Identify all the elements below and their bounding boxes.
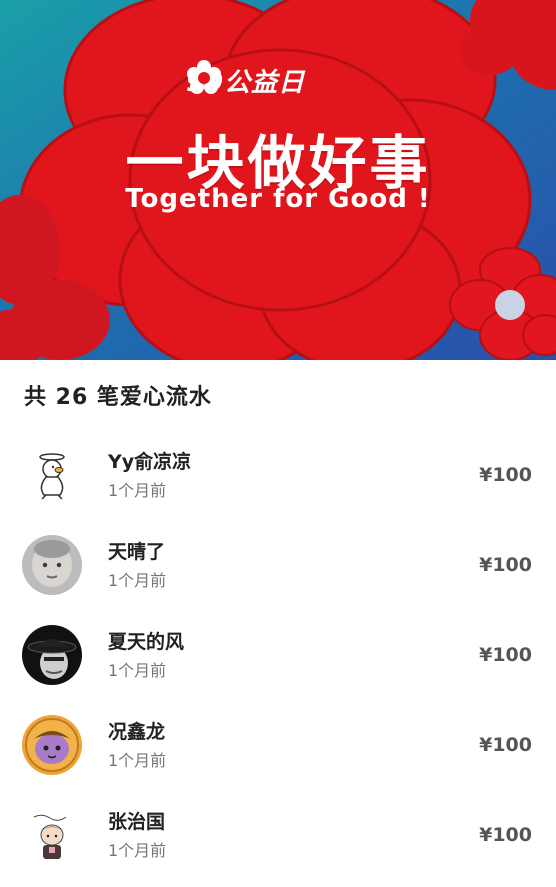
donation-time: 1个月前 (108, 841, 167, 860)
donations-title: 共 26 笔爱心流水 (24, 385, 212, 410)
campaign-banner: 99公益日 一块做好事 Together for Good ! (0, 0, 556, 360)
donation-amount: ¥100 (479, 554, 532, 576)
avatar[interactable] (22, 625, 82, 685)
baby-photo-avatar (22, 535, 82, 595)
donor-name: Yy俞凉凉⁣ (108, 451, 192, 473)
donation-row[interactable]: 张治国 1个月前 ¥100 (0, 790, 556, 880)
avatar[interactable] (22, 445, 82, 505)
banner-slogan: Together for Good ! (125, 184, 431, 214)
avatar[interactable] (22, 715, 82, 775)
donation-time: 1个月前 (108, 571, 167, 590)
man-hat-photo-avatar (22, 625, 82, 685)
flower-logo-icon (187, 60, 221, 94)
donation-time: 1个月前 (108, 481, 167, 500)
donation-list: Yy俞凉凉⁣ 1个月前 ¥100 天晴了 1个月前 ¥100 (0, 430, 556, 880)
donation-time: 1个月前 (108, 661, 167, 680)
duck-avatar-icon (22, 445, 82, 505)
donor-name: 夏天的风 (108, 631, 185, 653)
donation-amount: ¥100 (479, 644, 532, 666)
donation-row[interactable]: Yy俞凉凉⁣ 1个月前 ¥100 (0, 430, 556, 520)
donation-amount: ¥100 (479, 464, 532, 486)
donation-time: 1个月前 (108, 751, 167, 770)
donor-name: 况鑫龙 (108, 721, 166, 743)
cartoon-face-avatar (22, 715, 82, 775)
brand-lockup: 99公益日 (186, 60, 305, 100)
donation-row[interactable]: 况鑫龙 1个月前 ¥100 (0, 700, 556, 790)
donation-amount: ¥100 (479, 824, 532, 846)
donor-name: 张治国 (108, 811, 166, 833)
donation-amount: ¥100 (479, 734, 532, 756)
chibi-avatar-icon (22, 805, 82, 865)
avatar[interactable] (22, 535, 82, 595)
avatar[interactable] (22, 805, 82, 865)
donation-row[interactable]: 天晴了 1个月前 ¥100 (0, 520, 556, 610)
donation-row[interactable]: 夏天的风 1个月前 ¥100 (0, 610, 556, 700)
donor-name: 天晴了 (108, 541, 166, 563)
